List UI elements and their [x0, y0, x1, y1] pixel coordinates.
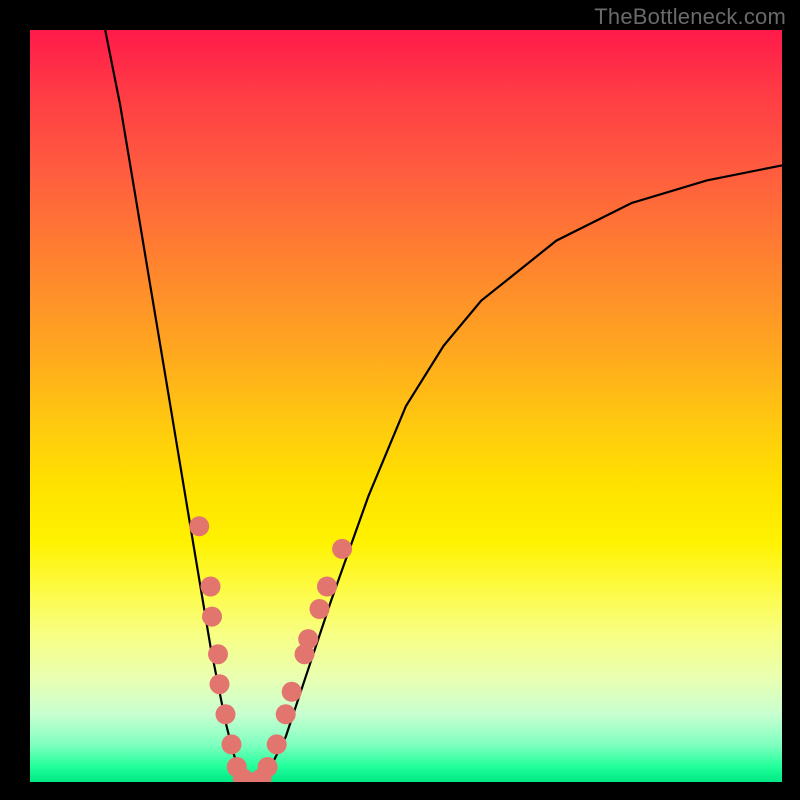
marker-dot [210, 674, 230, 694]
chart-frame: TheBottleneck.com [0, 0, 800, 800]
bottleneck-curve [105, 30, 782, 782]
marker-dot [317, 577, 337, 597]
watermark-text: TheBottleneck.com [594, 4, 786, 30]
marker-dot [310, 599, 330, 619]
marker-dot [267, 734, 287, 754]
curve-layer [30, 30, 782, 782]
marker-dot [276, 704, 296, 724]
marker-dot [258, 757, 278, 777]
plot-area [30, 30, 782, 782]
marker-dot [216, 704, 236, 724]
marker-dot [332, 539, 352, 559]
marker-dot [208, 644, 228, 664]
marker-dot [222, 734, 242, 754]
marker-dot [189, 516, 209, 536]
marker-dot [298, 629, 318, 649]
marker-dot [202, 607, 222, 627]
marker-cluster [189, 516, 352, 782]
marker-dot [282, 682, 302, 702]
marker-dot [201, 577, 221, 597]
